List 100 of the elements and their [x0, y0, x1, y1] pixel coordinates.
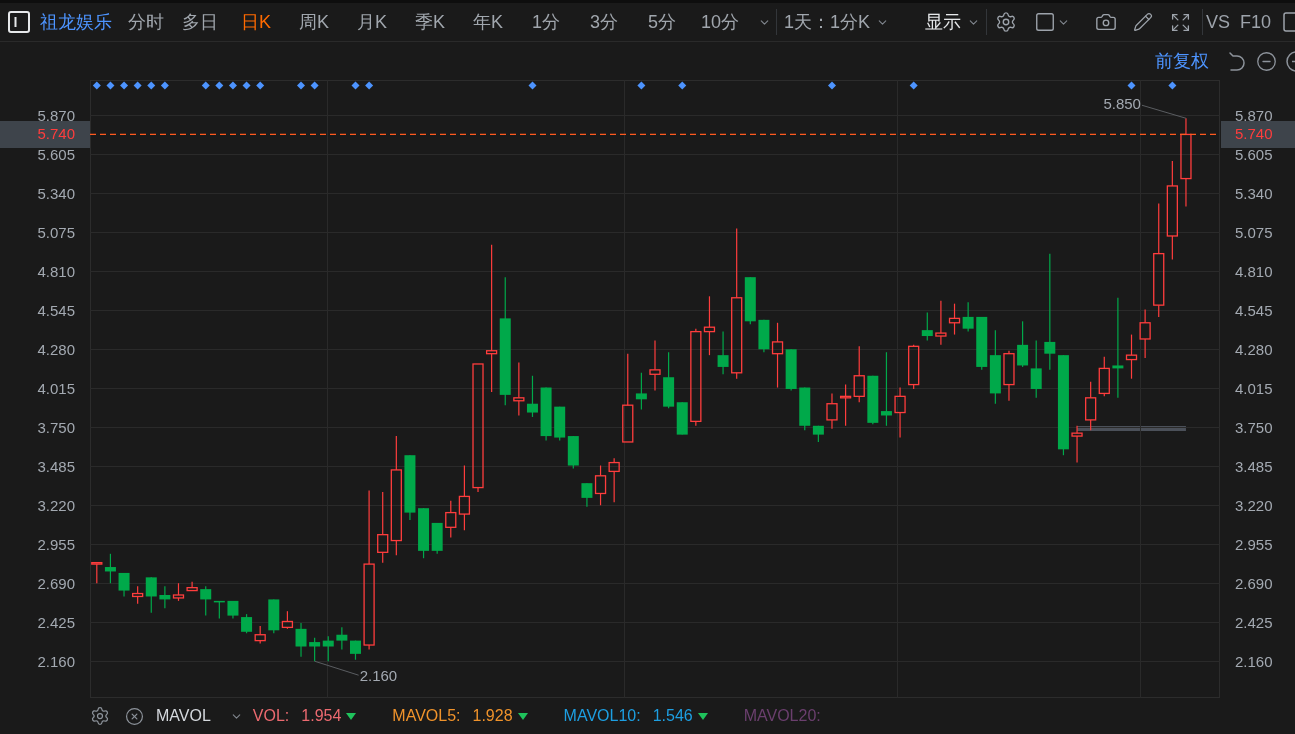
price-axis-label: 4.810: [1235, 262, 1273, 281]
settings-icon[interactable]: [90, 706, 110, 726]
undo-icon[interactable]: [1228, 51, 1246, 71]
indicator-label: MAVOL10:: [563, 706, 641, 726]
candle: [908, 344, 920, 390]
stock-name[interactable]: 祖龙娱乐: [40, 8, 112, 36]
price-axis-label: 4.280: [1235, 340, 1273, 359]
close-icon[interactable]: [125, 706, 144, 726]
period-tab[interactable]: 10分: [691, 7, 749, 37]
indicator-dropdown[interactable]: MAVOL: [156, 704, 211, 728]
period-tab[interactable]: 分时: [119, 7, 173, 37]
candle: [649, 339, 661, 392]
camera-icon[interactable]: [1095, 11, 1118, 33]
price-axis-label: 3.750: [37, 418, 75, 437]
diamond-marker-icon: [160, 81, 169, 90]
display-menu[interactable]: 显示: [925, 8, 962, 36]
period-tab[interactable]: 1分: [517, 7, 575, 37]
candle: [853, 345, 865, 403]
candle: [227, 600, 239, 620]
settings-icon[interactable]: [995, 11, 1018, 33]
indicator-label: MAVOL20:: [743, 706, 821, 726]
candle: [1071, 425, 1083, 464]
pencil-icon[interactable]: [1133, 12, 1154, 32]
price-axis-label: 4.810: [37, 262, 75, 281]
candle: [1003, 350, 1015, 402]
diamond-marker-icon: [201, 81, 210, 90]
candle: [91, 562, 103, 584]
price-axis-label: 5.075: [1235, 223, 1273, 242]
indicator-label: VOL:: [252, 706, 290, 726]
candle: [118, 572, 130, 598]
candle: [935, 300, 947, 346]
candle: [336, 626, 348, 651]
diamond-marker-icon: [678, 81, 687, 90]
candle: [322, 635, 334, 662]
candle: [826, 392, 838, 430]
candle: [1098, 356, 1110, 397]
diamond-marker-icon: [228, 81, 237, 90]
price-axis-label: 3.220: [37, 496, 75, 515]
period-tab[interactable]: 周K: [285, 7, 343, 37]
indicator-value: 1.928: [472, 706, 513, 726]
diamond-marker-icon: [828, 81, 836, 90]
current-price-label: 5.740: [0, 121, 90, 148]
price-axis-label: 5.340: [1235, 184, 1273, 203]
candle: [839, 384, 852, 427]
diamond-marker-icon: [310, 81, 319, 90]
indicator-value: 1.954: [301, 706, 342, 726]
diamond-marker-icon: [106, 81, 115, 90]
price-axis-label: 2.955: [37, 535, 75, 554]
diamond-marker-icon: [242, 81, 251, 90]
period-tab[interactable]: 5分: [633, 7, 691, 37]
period-tab[interactable]: 3分: [575, 7, 633, 37]
price-axis-label: 2.425: [1235, 613, 1273, 632]
price-axis-label: 4.545: [37, 301, 75, 320]
diamond-marker-icon: [528, 81, 537, 90]
sidebar-toggle-icon[interactable]: [8, 11, 30, 33]
period-tab[interactable]: 多日: [173, 7, 227, 37]
indicator-label: MAVOL5:: [392, 706, 461, 726]
interval-dropdown[interactable]: 1天：1分K: [784, 8, 871, 36]
leader-line: [1141, 104, 1187, 119]
price-axis-label: 5.605: [1235, 145, 1273, 164]
candle: [921, 311, 933, 342]
price-axis-label: 2.690: [37, 574, 75, 593]
period-tab[interactable]: 年K: [459, 7, 517, 37]
price-axis-label: 3.485: [37, 457, 75, 476]
diamond-marker-icon: [297, 81, 305, 90]
diamond-marker-icon: [215, 81, 224, 90]
price-annotation: 5.850: [1103, 95, 1141, 114]
candle: [104, 553, 116, 584]
adjustment-link[interactable]: 前复权: [1155, 47, 1209, 75]
candle: [254, 625, 266, 645]
candle: [159, 585, 171, 609]
diamond-marker-icon: [133, 81, 142, 90]
price-axis-label: 5.605: [37, 145, 75, 164]
candle: [540, 386, 552, 442]
current-price-label: 5.740: [1221, 121, 1295, 148]
candle: [241, 613, 253, 634]
candle: [1017, 320, 1029, 368]
period-tab[interactable]: 季K: [401, 7, 459, 37]
f10-button[interactable]: F10: [1240, 8, 1272, 36]
price-axis-label: 4.280: [37, 340, 75, 359]
zoom-out-icon[interactable]: [1256, 50, 1277, 72]
price-axis-label: 2.425: [37, 613, 75, 632]
square-icon[interactable]: [1034, 11, 1057, 33]
price-axis-label: 3.485: [1235, 457, 1273, 476]
compare-button[interactable]: VS: [1206, 8, 1231, 36]
diamond-marker-icon: [1127, 81, 1136, 90]
period-tab[interactable]: 日K: [227, 7, 285, 37]
candle: [554, 406, 566, 442]
price-axis-label: 2.690: [1235, 574, 1273, 593]
diamond-marker-icon: [120, 81, 129, 90]
candle: [608, 457, 620, 503]
candle: [350, 640, 361, 661]
period-tab[interactable]: 月K: [343, 7, 401, 37]
price-axis-label: 4.545: [1235, 301, 1273, 320]
candle: [1139, 308, 1151, 359]
diamond-marker-icon: [1168, 81, 1177, 90]
fullscreen-icon[interactable]: [1170, 11, 1192, 33]
price-axis-label: 4.015: [1235, 379, 1273, 398]
price-annotation: 2.160: [359, 667, 398, 686]
candle: [567, 435, 579, 470]
